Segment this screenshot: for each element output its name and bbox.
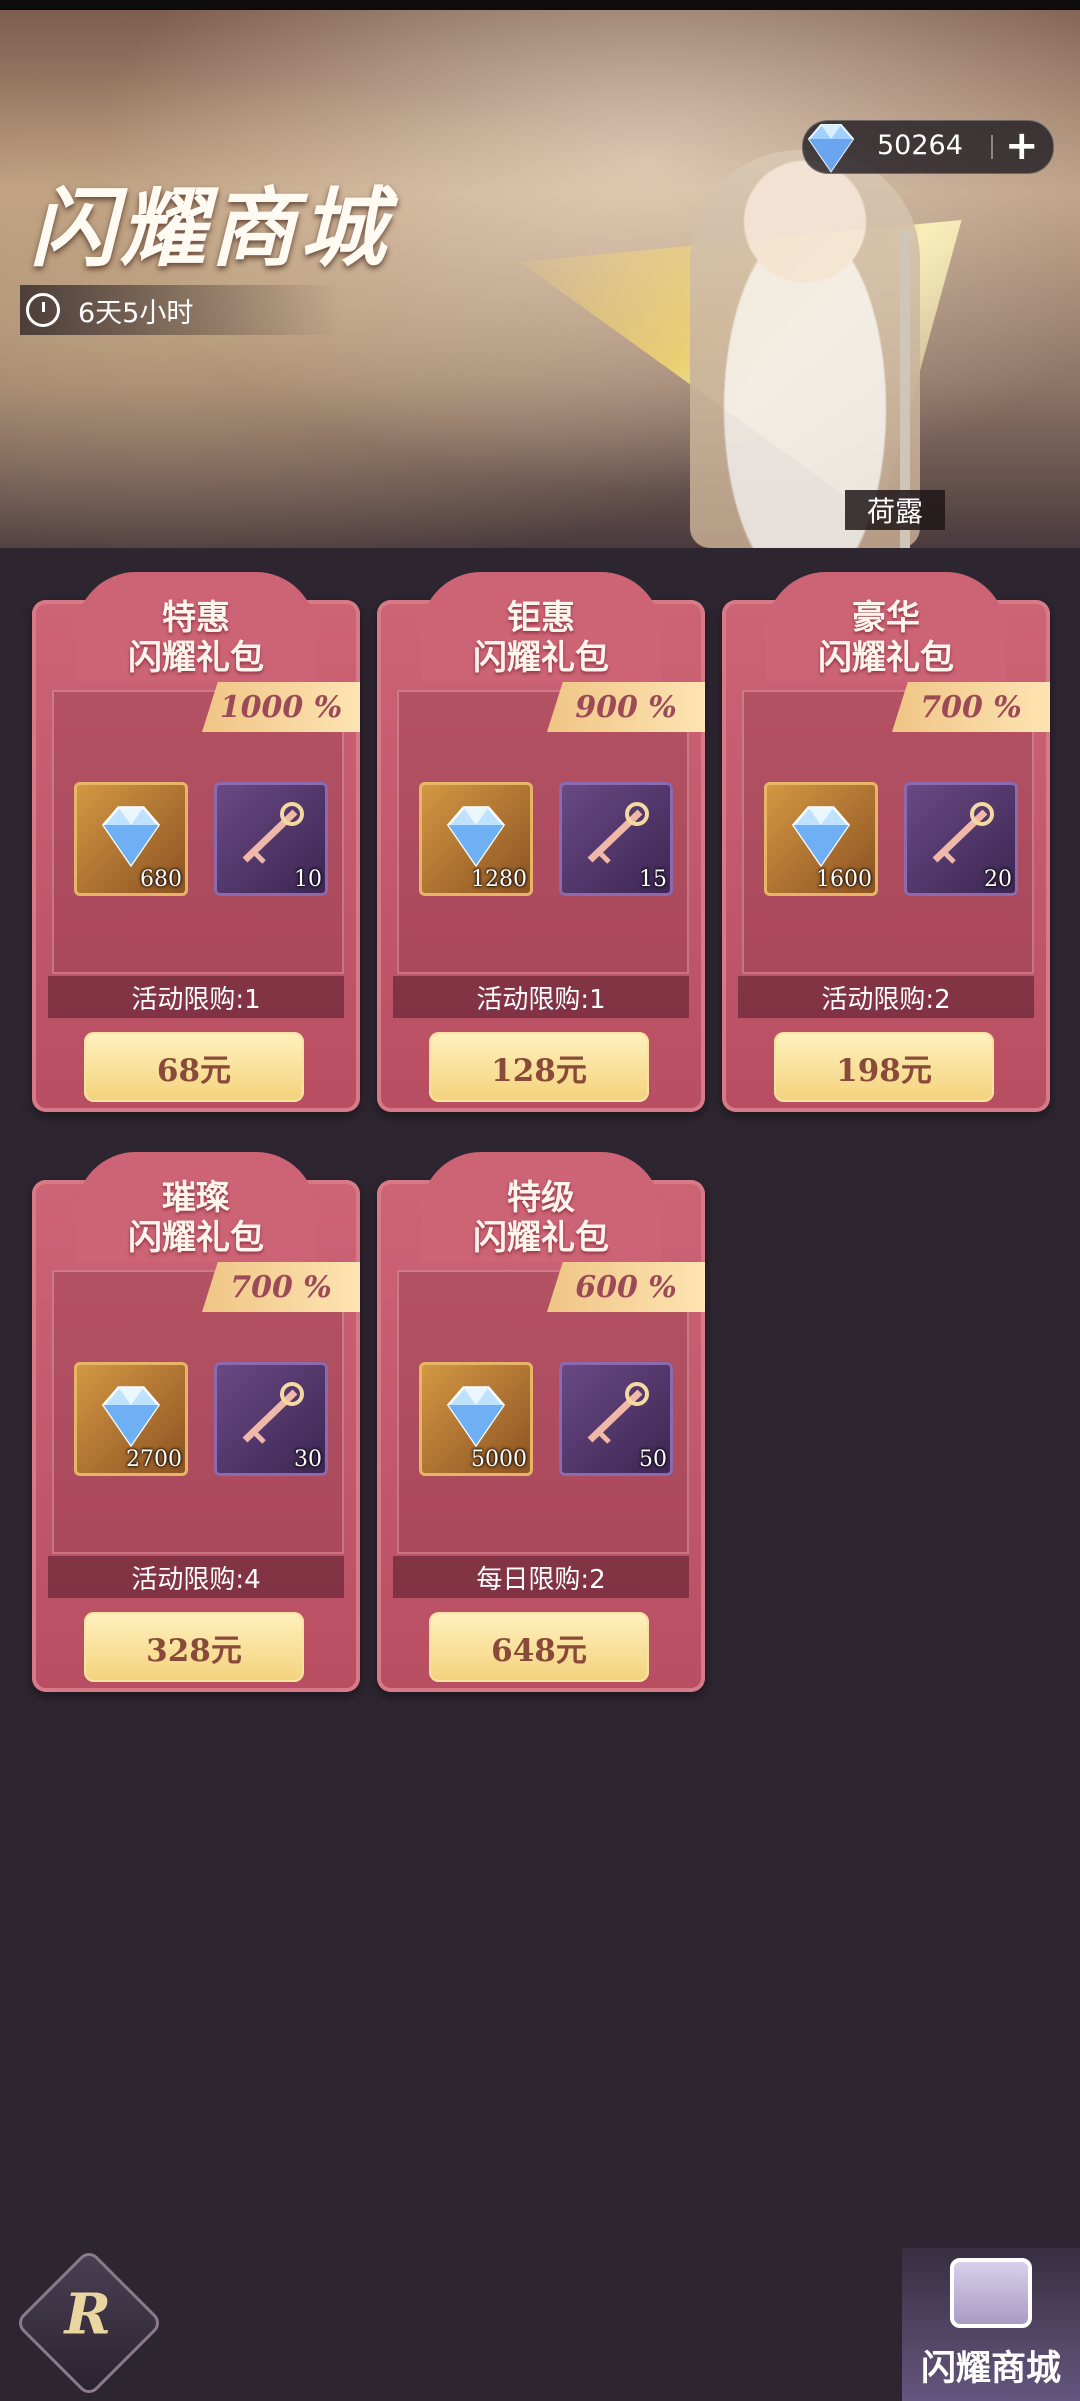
shop-tab[interactable]: 闪耀商城 <box>902 2248 1080 2401</box>
bonus-badge: 900 % <box>547 682 705 732</box>
key-reward[interactable]: 10 <box>214 782 328 896</box>
back-icon: R <box>64 2281 112 2348</box>
key-quantity: 50 <box>639 1447 667 1472</box>
gem-reward[interactable]: 5000 <box>419 1362 533 1476</box>
currency-amount: 50264 <box>877 130 963 161</box>
pack-card[interactable]: 特惠 闪耀礼包 1000 % 680 10 活动限购:1 68元 <box>32 572 360 1112</box>
diamond-icon <box>446 1386 506 1448</box>
key-reward[interactable]: 15 <box>559 782 673 896</box>
pack-card[interactable]: 钜惠 闪耀礼包 900 % 1280 15 活动限购:1 128元 <box>377 572 705 1112</box>
key-icon <box>932 802 994 864</box>
key-icon <box>587 802 649 864</box>
key-icon <box>587 1382 649 1444</box>
key-quantity: 10 <box>294 867 322 892</box>
gem-reward[interactable]: 1280 <box>419 782 533 896</box>
buy-button[interactable]: 198元 <box>774 1032 994 1102</box>
timer-text: 6天5小时 <box>78 297 194 329</box>
pack-card[interactable]: 豪华 闪耀礼包 700 % 1600 20 活动限购:2 198元 <box>722 572 1050 1112</box>
pack-name: 豪华 闪耀礼包 <box>818 598 954 678</box>
header-banner: 闪耀商城 6天5小时 荷露 50264 + <box>0 0 1080 548</box>
clock-icon <box>26 293 60 327</box>
purchase-limit: 活动限购:4 <box>48 1556 344 1598</box>
gem-reward[interactable]: 2700 <box>74 1362 188 1476</box>
buy-button[interactable]: 68元 <box>84 1032 304 1102</box>
currency-display: 50264 + <box>802 120 1054 174</box>
pack-name: 特惠 闪耀礼包 <box>128 598 264 678</box>
bonus-badge: 1000 % <box>202 682 360 732</box>
diamond-icon <box>807 124 855 173</box>
pack-name: 璀璨 闪耀礼包 <box>128 1178 264 1258</box>
gem-quantity: 1600 <box>816 867 872 892</box>
diamond-icon <box>101 1386 161 1448</box>
key-reward[interactable]: 20 <box>904 782 1018 896</box>
event-timer: 6天5小时 <box>20 285 340 335</box>
gem-quantity: 1280 <box>471 867 527 892</box>
page-title: 闪耀商城 <box>30 178 390 279</box>
key-quantity: 15 <box>639 867 667 892</box>
status-bar <box>0 0 1080 10</box>
key-quantity: 20 <box>984 867 1012 892</box>
bonus-badge: 700 % <box>202 1262 360 1312</box>
bonus-badge: 600 % <box>547 1262 705 1312</box>
hero-illustration <box>690 150 920 548</box>
buy-button[interactable]: 328元 <box>84 1612 304 1682</box>
pack-name: 钜惠 闪耀礼包 <box>473 598 609 678</box>
purchase-limit: 活动限购:2 <box>738 976 1034 1018</box>
gem-reward[interactable]: 680 <box>74 782 188 896</box>
key-icon <box>242 802 304 864</box>
gem-quantity: 5000 <box>471 1447 527 1472</box>
hero-name-tag: 荷露 <box>845 490 945 530</box>
pack-card[interactable]: 璀璨 闪耀礼包 700 % 2700 30 活动限购:4 328元 <box>32 1152 360 1692</box>
purchase-limit: 每日限购:2 <box>393 1556 689 1598</box>
back-button[interactable]: R <box>14 2248 164 2398</box>
purchase-limit: 活动限购:1 <box>393 976 689 1018</box>
key-reward[interactable]: 30 <box>214 1362 328 1476</box>
gem-reward[interactable]: 1600 <box>764 782 878 896</box>
key-quantity: 30 <box>294 1447 322 1472</box>
shop-chest-icon <box>950 2258 1032 2328</box>
diamond-icon <box>791 806 851 868</box>
key-icon <box>242 1382 304 1444</box>
key-reward[interactable]: 50 <box>559 1362 673 1476</box>
pack-name: 特级 闪耀礼包 <box>473 1178 609 1258</box>
add-currency-button[interactable]: + <box>1005 123 1039 169</box>
shop-tab-label: 闪耀商城 <box>920 2349 1061 2389</box>
buy-button[interactable]: 648元 <box>429 1612 649 1682</box>
buy-button[interactable]: 128元 <box>429 1032 649 1102</box>
gem-quantity: 680 <box>140 867 182 892</box>
divider <box>991 135 993 159</box>
bonus-badge: 700 % <box>892 682 1050 732</box>
diamond-icon <box>446 806 506 868</box>
purchase-limit: 活动限购:1 <box>48 976 344 1018</box>
diamond-icon <box>101 806 161 868</box>
gem-quantity: 2700 <box>126 1447 182 1472</box>
pack-card[interactable]: 特级 闪耀礼包 600 % 5000 50 每日限购:2 648元 <box>377 1152 705 1692</box>
